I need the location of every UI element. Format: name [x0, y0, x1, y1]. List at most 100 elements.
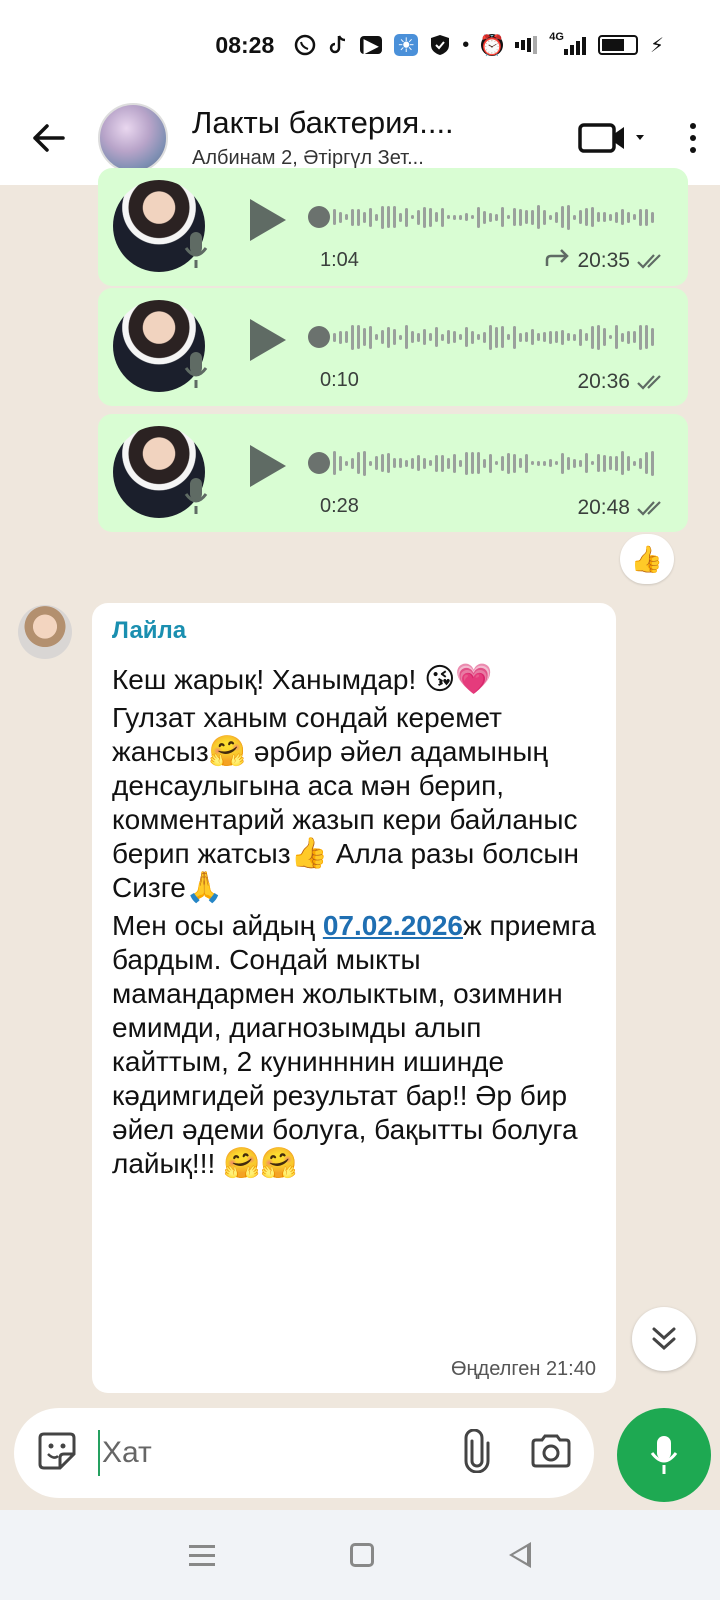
waveform-bar: [351, 457, 354, 469]
play-icon[interactable]: [250, 445, 286, 487]
waveform-bar: [471, 215, 474, 219]
waveform-bar: [645, 325, 648, 349]
waveform-bar: [339, 211, 342, 223]
waveform-bar: [363, 450, 366, 476]
waveform-bar: [519, 458, 522, 468]
voice-message[interactable]: 0:10 20:36: [98, 288, 688, 406]
waveform-bar: [549, 459, 552, 467]
waveform-bar: [375, 456, 378, 470]
waveform-bar: [651, 211, 654, 223]
date-link[interactable]: 07.02.2026: [323, 910, 463, 941]
sender-name[interactable]: Лайла: [112, 617, 596, 645]
waveform-bar: [489, 212, 492, 222]
waveform-bar: [381, 330, 384, 344]
voice-duration: 0:28: [320, 495, 359, 517]
scroll-to-bottom-button[interactable]: [632, 1307, 696, 1371]
waveform-bar: [465, 213, 468, 221]
mic-icon: [183, 230, 209, 275]
play-icon[interactable]: [250, 199, 286, 241]
waveform-bar: [453, 214, 456, 220]
waveform-bar: [567, 456, 570, 470]
waveform-bar: [573, 214, 576, 220]
dot-icon: •: [462, 33, 470, 56]
waveform-bar: [333, 209, 336, 225]
waveform-bar: [399, 334, 402, 340]
waveform-bar: [435, 327, 438, 347]
waveform-bar: [447, 330, 450, 344]
back-arrow-icon[interactable]: [28, 118, 68, 158]
incoming-message[interactable]: Лайла Кеш жарық! Ханымдар! 😘💗 Гулзат хан…: [92, 603, 616, 1393]
chat-title-block[interactable]: Лакты бактерия.... Албинам 2, Әтіргүл Зе…: [192, 105, 492, 170]
waveform[interactable]: [308, 196, 654, 238]
sticker-icon[interactable]: [36, 1430, 78, 1477]
voice-duration: 1:04: [320, 249, 359, 271]
waveform-bar: [399, 212, 402, 222]
waveform-bar: [417, 455, 420, 471]
read-receipt-icon: [636, 252, 666, 270]
double-chevron-down-icon: [652, 1327, 676, 1351]
waveform-bar: [507, 452, 510, 474]
waveform[interactable]: [308, 442, 654, 484]
more-options-icon[interactable]: [690, 122, 696, 153]
waveform-bar: [477, 452, 480, 474]
message-text: ж приемга бардым. Сондай мыкты мамандарм…: [112, 910, 596, 1179]
waveform-bar: [459, 459, 462, 467]
video-call-icon[interactable]: [578, 121, 650, 155]
attach-icon[interactable]: [464, 1428, 490, 1478]
waveform-bar: [489, 324, 492, 350]
waveform-bar: [627, 455, 630, 471]
waveform-bar: [603, 212, 606, 222]
waveform-bar: [477, 334, 480, 340]
play-icon[interactable]: [250, 319, 286, 361]
waveform-bar: [639, 324, 642, 350]
waveform-bar: [615, 455, 618, 471]
message-time: 20:36: [577, 370, 630, 393]
voice-message[interactable]: 1:04 20:35: [98, 168, 688, 286]
camera-icon[interactable]: [530, 1433, 572, 1474]
waveform-bar: [609, 213, 612, 221]
waveform-bar: [405, 459, 408, 467]
waveform-bar: [477, 206, 480, 228]
waveform-bar: [363, 328, 366, 346]
waveform-bar: [651, 450, 654, 476]
back-nav-icon[interactable]: [509, 1542, 531, 1568]
waveform-bar: [633, 214, 636, 220]
waveform-bar: [423, 206, 426, 228]
emoji: 🤗🤗: [223, 1147, 298, 1180]
waveform-bar: [621, 332, 624, 342]
waveform-bar: [591, 207, 594, 227]
waveform[interactable]: [308, 316, 654, 358]
avatar[interactable]: [18, 605, 72, 659]
weather-icon: ☀: [394, 34, 419, 57]
waveform-bar: [369, 460, 372, 466]
waveform-bar: [441, 454, 444, 472]
recent-apps-icon[interactable]: [189, 1544, 215, 1566]
playhead-dot[interactable]: [308, 452, 330, 474]
waveform-bar: [489, 453, 492, 473]
waveform-bar: [507, 215, 510, 219]
waveform-bar: [351, 324, 354, 350]
waveform-bar: [429, 207, 432, 227]
waveform-bar: [345, 460, 348, 466]
message-input[interactable]: [102, 1436, 402, 1470]
waveform-bar: [381, 205, 384, 229]
waveform-bar: [603, 328, 606, 346]
waveform-bar: [459, 334, 462, 340]
voice-message[interactable]: 0:28 20:48: [98, 414, 688, 532]
waveform-bar: [441, 207, 444, 227]
playhead-dot[interactable]: [308, 326, 330, 348]
chat-title: Лакты бактерия....: [192, 105, 454, 140]
waveform-bar: [633, 331, 636, 343]
waveform-bar: [495, 326, 498, 348]
home-icon[interactable]: [350, 1543, 374, 1567]
playhead-dot[interactable]: [308, 206, 330, 228]
group-avatar[interactable]: [98, 102, 168, 173]
voice-record-button[interactable]: [617, 1408, 711, 1502]
waveform-bar: [531, 461, 534, 465]
emoji: 😘💗: [424, 663, 493, 696]
waveform-bar: [393, 458, 396, 468]
waveform-bar: [531, 209, 534, 225]
mic-icon: [183, 476, 209, 521]
waveform-bar: [357, 325, 360, 349]
reaction-badge[interactable]: 👍: [620, 534, 674, 584]
